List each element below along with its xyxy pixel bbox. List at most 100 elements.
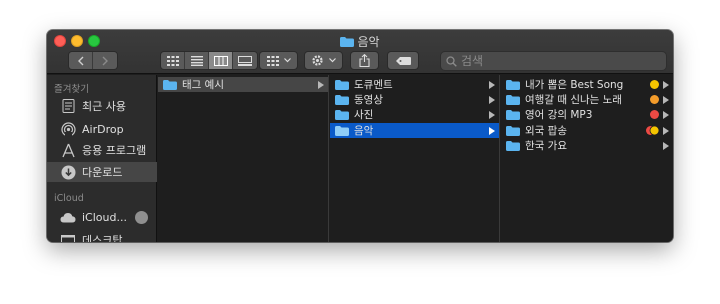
window-title: 음악 [47, 33, 673, 50]
icon-view-icon [166, 55, 179, 66]
sidebar-item-desktop[interactable]: 데스크탑 [47, 230, 157, 242]
gallery-view-icon [238, 55, 252, 66]
folder-icon [506, 125, 520, 136]
item-label: 태그 예시 [182, 79, 224, 91]
column-2: 도큐멘트 동영상 사진 음악 [330, 75, 500, 242]
list-view-button[interactable] [185, 52, 209, 69]
tag-icon [395, 56, 411, 65]
title-toolbar: 음악 검색 [47, 30, 673, 74]
sidebar-item-downloads[interactable]: 다운로드 [47, 162, 157, 182]
share-icon [359, 54, 370, 67]
item-label: 사진 [354, 109, 374, 121]
chevron-right-icon [663, 126, 669, 135]
chevron-right-icon [318, 80, 324, 89]
list-item[interactable]: 여행갈 때 신나는 노래 [501, 92, 673, 107]
chevron-right-icon [663, 95, 669, 104]
action-button[interactable] [304, 51, 343, 70]
gallery-view-button[interactable] [233, 52, 257, 69]
list-item[interactable]: 영어 강의 MP3 [501, 107, 673, 122]
view-mode-control [160, 51, 258, 70]
sidebar-item-label: 응용 프로그램 [82, 144, 147, 157]
multi-tag-icon [646, 126, 659, 135]
group-by-button[interactable] [259, 51, 298, 70]
back-button[interactable] [69, 52, 93, 69]
progress-indicator-icon [135, 210, 148, 224]
chevron-down-icon [329, 58, 336, 63]
list-item[interactable]: 음악 [330, 123, 499, 138]
column-1: 태그 예시 [158, 75, 329, 242]
folder-icon [506, 94, 520, 105]
icloud-header: iCloud [54, 193, 84, 204]
item-label: 한국 가요 [525, 140, 567, 152]
sidebar-item-icloud-drive[interactable]: iCloud... [47, 207, 157, 227]
chevron-right-icon [102, 56, 108, 65]
finder-window: 음악 검색 즐겨찾기 최근 사용 AirDrop 응용 프로그램 다운로드 iC… [47, 30, 673, 242]
desktop-icon [60, 232, 76, 242]
share-button[interactable] [350, 51, 379, 70]
tags-button[interactable] [387, 51, 419, 70]
chevron-right-icon [663, 110, 669, 119]
folder-icon [335, 109, 349, 120]
list-item[interactable]: 도큐멘트 [330, 77, 499, 92]
item-label: 외국 팝송 [525, 125, 567, 137]
group-by-icon [266, 55, 279, 66]
list-view-icon [190, 55, 203, 66]
search-icon [446, 56, 457, 67]
item-label: 음악 [354, 125, 374, 137]
folder-icon [335, 94, 349, 105]
list-item[interactable]: 태그 예시 [158, 77, 328, 92]
sidebar-item-label: iCloud... [82, 210, 127, 224]
sidebar-item-label: 최근 사용 [82, 100, 126, 113]
list-item[interactable]: 사진 [330, 107, 499, 122]
item-label: 영어 강의 MP3 [525, 109, 593, 121]
column-view-button[interactable] [209, 52, 233, 69]
list-item[interactable]: 동영상 [330, 92, 499, 107]
folder-icon [335, 79, 349, 90]
chevron-right-icon [489, 80, 495, 89]
search-placeholder: 검색 [461, 54, 484, 68]
item-label: 도큐멘트 [354, 79, 393, 91]
orange-tag-icon [650, 95, 659, 104]
icloud-icon [60, 209, 76, 225]
list-item[interactable]: 한국 가요 [501, 138, 673, 153]
yellow-tag-icon [650, 80, 659, 89]
icon-view-button[interactable] [161, 52, 185, 69]
downloads-icon [60, 164, 76, 180]
chevron-right-icon [489, 95, 495, 104]
item-label: 내가 뽑은 Best Song [525, 79, 624, 91]
column-view-icon [213, 55, 228, 66]
chevron-right-icon [489, 126, 495, 135]
forward-button[interactable] [93, 52, 117, 69]
recents-icon [60, 98, 76, 114]
chevron-right-icon [663, 80, 669, 89]
search-field[interactable]: 검색 [440, 51, 667, 71]
sidebar-item-airdrop[interactable]: AirDrop [47, 119, 157, 139]
folder-icon [340, 37, 355, 47]
sidebar-item-applications[interactable]: 응용 프로그램 [47, 140, 157, 160]
nav-buttons [68, 51, 118, 70]
sidebar-item-label: 데스크탑 [82, 234, 123, 242]
sidebar-item-recents[interactable]: 최근 사용 [47, 96, 157, 116]
folder-icon [163, 79, 177, 90]
sidebar-item-label: 다운로드 [82, 166, 123, 179]
folder-icon [506, 79, 520, 90]
folder-icon [506, 109, 520, 120]
item-label: 여행갈 때 신나는 노래 [525, 94, 622, 106]
sidebar-item-label: AirDrop [82, 122, 124, 136]
folder-icon [335, 125, 349, 136]
list-item[interactable]: 외국 팝송 [501, 123, 673, 138]
red-tag-icon [650, 110, 659, 119]
chevron-left-icon [77, 56, 83, 65]
gear-icon [312, 55, 323, 66]
chevron-down-icon [283, 58, 291, 63]
favorites-header: 즐겨찾기 [54, 84, 89, 95]
sidebar: 즐겨찾기 최근 사용 AirDrop 응용 프로그램 다운로드 iCloud i… [47, 75, 157, 242]
column-3: 내가 뽑은 Best Song 여행갈 때 신나는 노래 영어 강의 MP3 외… [501, 75, 673, 242]
applications-icon [60, 142, 76, 158]
item-label: 동영상 [354, 94, 383, 106]
list-item[interactable]: 내가 뽑은 Best Song [501, 77, 673, 92]
chevron-right-icon [663, 141, 669, 150]
window-title-text: 음악 [357, 35, 380, 49]
airdrop-icon [60, 121, 76, 137]
chevron-right-icon [489, 110, 495, 119]
